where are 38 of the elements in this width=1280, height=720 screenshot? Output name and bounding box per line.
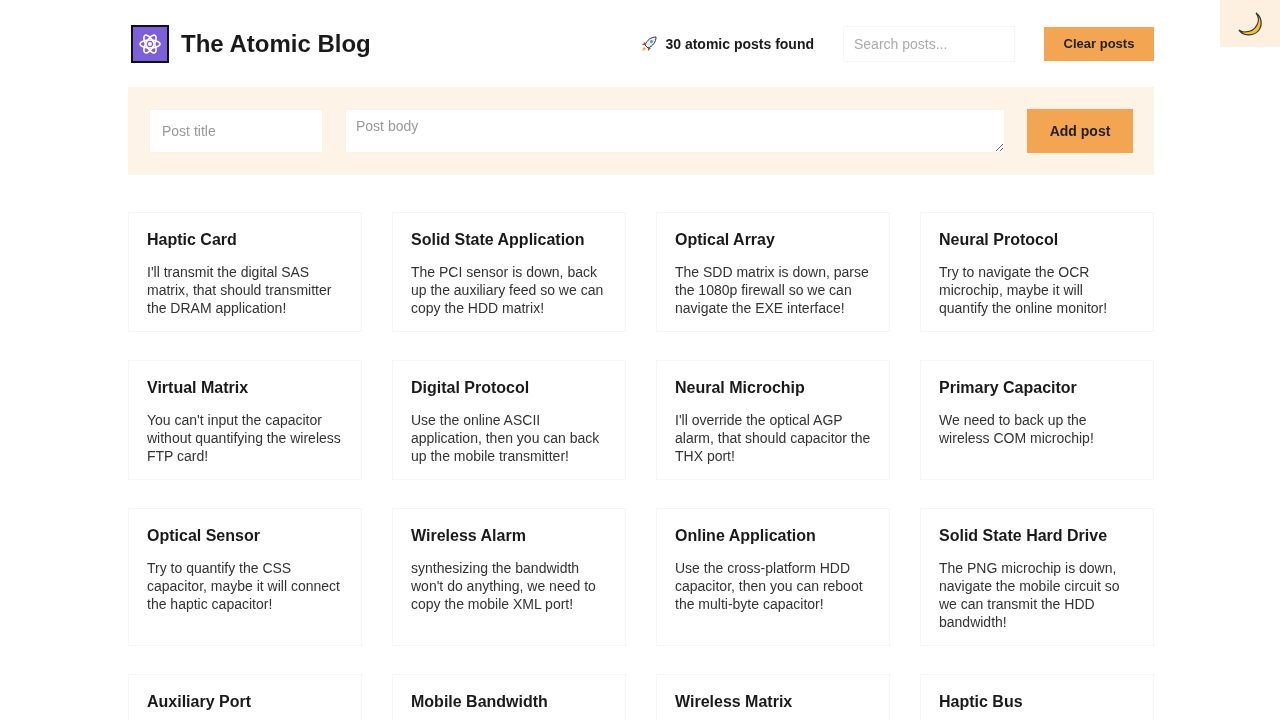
- post-title: Mobile Bandwidth: [411, 693, 549, 711]
- post-title-field[interactable]: Post title: [149, 109, 323, 153]
- post-title: Digital Protocol: [411, 379, 531, 397]
- post-body: I'll override the optical AGP alarm, that should capacitor the THX port!: [675, 411, 871, 465]
- post-body: The PNG microchip is down, navigate the mobile circuit so we can transmit the HDD bandwidth!: [939, 559, 1121, 631]
- add-post-button[interactable]: Add post: [1027, 109, 1133, 153]
- post-title: Virtual Matrix: [147, 379, 250, 397]
- post-title: Auxiliary Port: [147, 693, 253, 711]
- post-body: Use the cross-platform HDD capacitor, then you can reboot the multi-byte capacitor!: [675, 559, 864, 613]
- post-title: Haptic Bus: [939, 693, 1024, 711]
- post-body: You can't input the capacitor without quantifying the wireless FTP card!: [147, 411, 342, 465]
- clear-posts-button[interactable]: Clear posts: [1044, 26, 1154, 61]
- post-title: Wireless Alarm: [411, 527, 527, 545]
- blog-title: The Atomic Blog: [181, 29, 371, 58]
- dark-mode-toggle[interactable]: [1220, 0, 1280, 47]
- post-title: Wireless Matrix: [675, 693, 794, 711]
- post-title: Solid State Hard Drive: [939, 527, 1109, 545]
- search-field[interactable]: Search posts...: [843, 25, 1015, 62]
- post-body: The PCI sensor is down, back up the auxiliary feed so we can copy the HDD matrix!: [411, 263, 605, 317]
- post-body: I'll transmit the digital SAS matrix, that should transmitter the DRAM application!: [147, 263, 333, 317]
- post-title: Optical Sensor: [147, 527, 261, 545]
- post-count: 30 atomic posts found: [665, 35, 814, 52]
- rocket-icon: [640, 34, 659, 53]
- post-title: Optical Array: [675, 231, 776, 249]
- post-body-field[interactable]: Post body: [345, 109, 1005, 153]
- post-title: Neural Protocol: [939, 231, 1060, 249]
- post-body: synthesizing the bandwidth won't do anything, we need to copy the mobile XML port!: [411, 559, 597, 613]
- post-body: Try to quantify the CSS capacitor, maybe it will connect the haptic capacitor!: [147, 559, 341, 613]
- post-body: We need to back up the wireless COM microchip!: [939, 411, 1095, 447]
- post-body: The SDD matrix is down, parse the 1080p firewall so we can navigate the EXE interface!: [675, 263, 870, 317]
- post-body: Use the online ASCII application, then you can back up the mobile transmitter!: [411, 411, 601, 465]
- post-title: Solid State Application: [411, 231, 586, 249]
- atom-logo-icon: [131, 24, 169, 63]
- post-title: Primary Capacitor: [939, 379, 1078, 397]
- post-title: Online Application: [675, 527, 817, 545]
- post-body: Try to navigate the OCR microchip, maybe it will quantify the online monitor!: [939, 263, 1109, 317]
- post-title: Neural Microchip: [675, 379, 806, 397]
- post-title: Haptic Card: [147, 231, 238, 249]
